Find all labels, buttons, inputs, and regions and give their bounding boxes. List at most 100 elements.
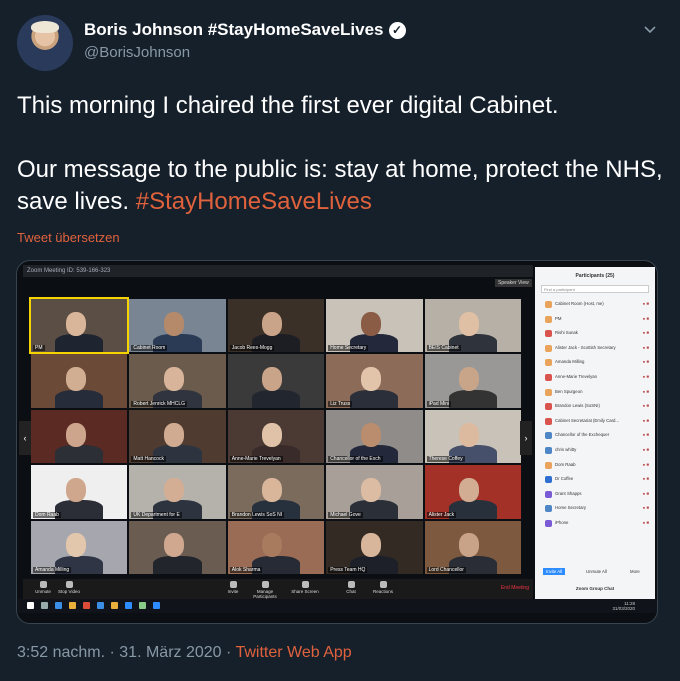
participant-row: Ben Spurgeon ● ■ [535,385,655,400]
participant-avatar [545,359,552,367]
tweet-text: This morning I chaired the first ever di… [17,90,667,250]
tweet-source-link[interactable]: Twitter Web App [235,644,351,661]
video-tile: Dom Raab [31,465,128,519]
participant-face [360,422,381,447]
zoom-control-button: Manage Participants [245,581,285,599]
mic-video-status-icon: ● ■ [642,403,649,409]
zoom-control-icon [301,581,309,588]
video-tile: Alister Jack [424,465,521,519]
participant-body [153,555,202,574]
zoom-control-label: Reactions [372,589,393,594]
zoom-control-button: Stop Video [49,581,89,594]
video-tile: Anne-Marie Trevelyan [227,409,325,464]
hashtag-link[interactable]: #StayHomeSaveLives [136,188,372,215]
participant-body [55,500,104,519]
taskbar-app-icon [69,602,76,609]
video-tile: UK Department for E [129,465,226,519]
zoom-control-icon [347,581,355,588]
participant-face [360,311,381,336]
mic-video-status-icon: ● ■ [642,461,649,467]
video-tile: Jacob Rees-Mogg [227,299,325,353]
taskbar-app-icon [153,602,160,609]
video-tile-name: Amanda Milling [33,567,72,573]
video-tile: Alok Sharma [227,520,325,574]
video-tile [31,409,128,464]
participant-avatar [545,344,552,352]
participant-avatar [545,476,552,484]
unmute-all-button: Unmute All [586,569,607,574]
participant-name: Home Secretary [555,505,587,511]
participant-row: iPhone ● ■ [535,516,655,531]
participant-body [55,389,104,408]
windows-taskbar: 11:28 31/03/2020 [17,599,657,613]
participant-face [360,478,381,502]
zoom-group-chat: Zoom Group Chat [575,586,615,591]
participant-row: Home Secretary ● ■ [535,501,655,516]
taskbar-app-icon [125,602,132,609]
taskbar-date: 31/03/2020 [612,606,635,611]
mic-video-status-icon: ● ■ [642,301,649,306]
participant-avatar [545,490,552,498]
chevron-down-icon[interactable] [643,22,657,36]
participant-avatar [545,373,552,381]
tweet-media-image[interactable]: Zoom Meeting ID: 539-166-323 Speaker Vie… [16,260,658,624]
participant-avatar [545,330,552,338]
mic-video-status-icon: ● ■ [642,446,649,452]
translate-tweet-link[interactable]: Tweet übersetzen [17,230,120,245]
video-tile: Brandon Lewis SoS NI [227,465,325,519]
video-tile: BEIS Cabinet [424,299,521,353]
mic-video-status-icon: ● ■ [642,330,649,336]
video-tile-name: PM [33,345,45,352]
participant-face [65,422,86,447]
participant-name: Ben Spurgeon [555,388,583,394]
participant-face [360,533,381,558]
mic-video-status-icon: ● ■ [642,315,649,321]
video-tile-name: Cabinet Room [131,345,168,352]
mic-video-status-icon: ● ■ [642,388,649,394]
video-tile-name: Robert Jenrick MHCLG [131,400,188,407]
participant-row: Cabinet Room (Host, me) ● ■ [535,297,655,312]
video-tile: PM [28,296,130,355]
participant-row: chris whitty ● ■ [535,443,655,458]
video-tile-name: Matt Hancock [131,456,166,463]
participant-name: iPhone [555,519,569,525]
author-handle[interactable]: @BorisJohnson [84,44,190,61]
zoom-control-icon [39,581,47,588]
author-display-name[interactable]: Boris Johnson #StayHomeSaveLives [84,20,384,40]
taskbar-app-icon [41,602,48,609]
tweet-time-date[interactable]: 3:52 nachm. · 31. März 2020 · [17,644,235,661]
mic-video-status-icon: ● ■ [642,359,649,365]
mic-video-status-icon: ● ■ [642,519,649,525]
video-tile-name: Home Secretary [328,345,369,352]
participant-face [459,533,480,558]
zoom-control-button: Reactions [363,581,403,594]
participant-face [65,367,86,392]
video-tile: Home Secretary [326,299,423,353]
zoom-control-label: Invite [227,589,239,594]
participant-avatar [545,519,552,527]
participant-face [262,422,283,447]
participants-title: Participants (25) [575,273,615,279]
participant-avatar [545,388,552,396]
participant-avatar [545,461,552,469]
video-tile: Press Team HQ [326,520,423,574]
video-tile-name: Therese Coffey [426,456,465,463]
participant-avatar [545,432,552,440]
participant-face [164,311,185,336]
participants-footer: Invite All Unmute All More [535,567,655,577]
participant-name: Brandon Lewis (SoSNI) [555,403,600,409]
participant-row: Amanda Milling ● ■ [535,355,655,370]
video-tile: Chancellor of the Exch [326,409,423,464]
mic-video-status-icon: ● ■ [642,344,649,350]
video-grid: PM Cabinet Room Jacob Rees-Mogg Home Secret… [28,296,521,574]
participant-row: Dr Coffee ● ■ [535,472,655,487]
participant-name: Dr Coffee [555,476,574,482]
author-avatar[interactable] [17,15,73,71]
participant-name: Chancellor of the Exchequer [555,432,610,438]
zoom-control-label: Share Screen [291,589,319,594]
video-tile-name: Jacob Rees-Mogg [229,345,275,352]
participant-avatar [545,403,552,411]
participant-name: Rishi Sunak [555,330,578,336]
participant-face [262,533,283,558]
tweet-timestamp: 3:52 nachm. · 31. März 2020 · Twitter We… [17,644,352,662]
